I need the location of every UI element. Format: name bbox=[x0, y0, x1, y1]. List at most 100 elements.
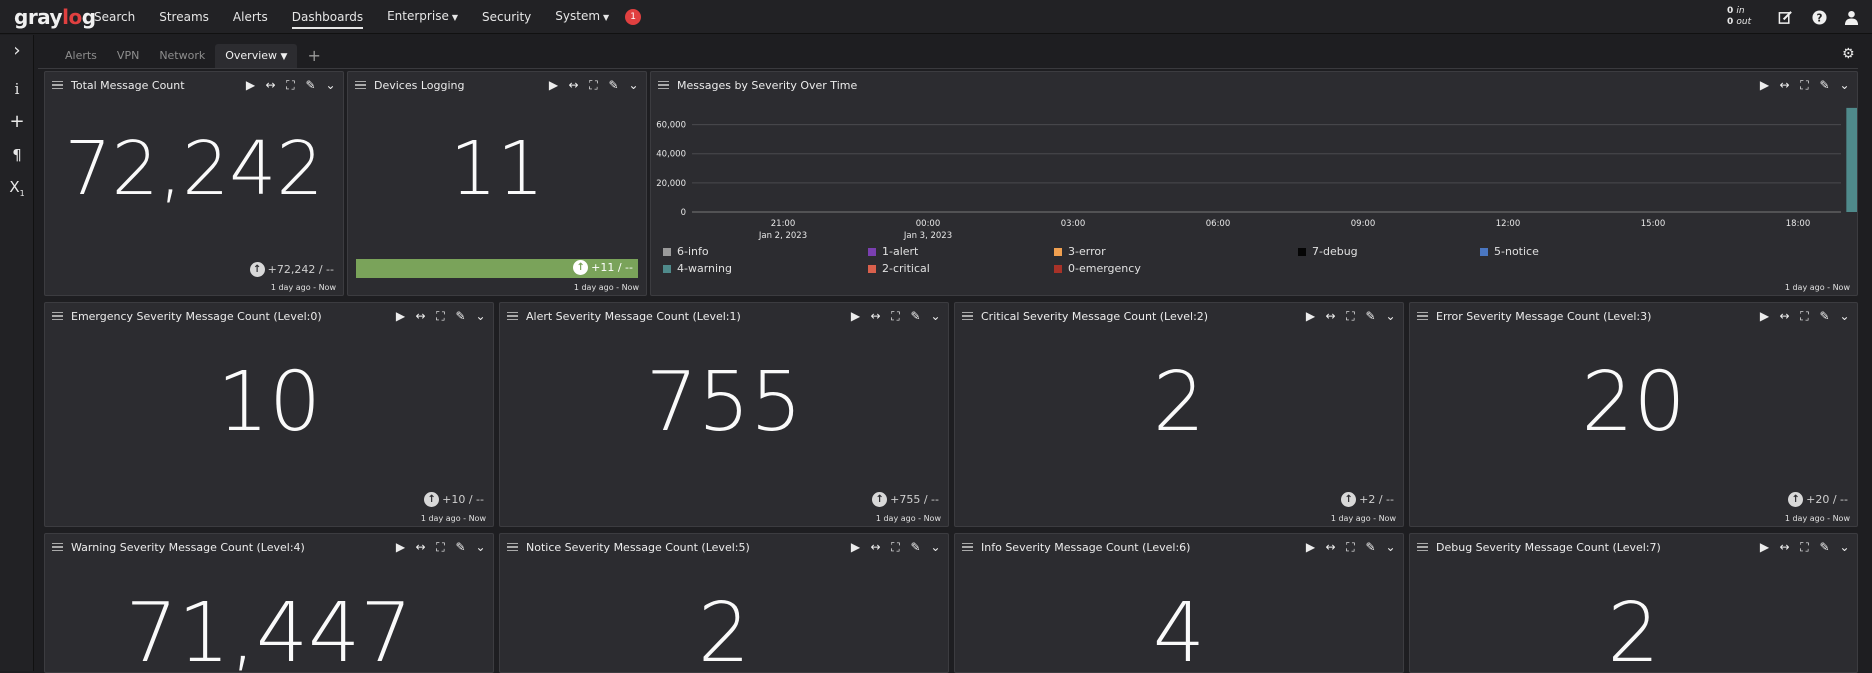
expand-horizontal-icon[interactable]: ↔ bbox=[869, 539, 882, 555]
nav-system[interactable]: System ▼ bbox=[543, 0, 621, 35]
widget-info-count: Info Severity Message Count (Level:6) ▶ ↔… bbox=[954, 533, 1404, 673]
chevron-down-icon[interactable]: ⌄ bbox=[929, 539, 942, 555]
expand-horizontal-icon[interactable]: ↔ bbox=[567, 77, 580, 93]
expand-horizontal-icon[interactable]: ↔ bbox=[1324, 539, 1337, 555]
drag-handle-icon[interactable] bbox=[52, 80, 63, 90]
replay-icon[interactable]: ▶ bbox=[547, 77, 560, 93]
legend-swatch bbox=[1054, 247, 1062, 256]
nav-dashboards[interactable]: Dashboards bbox=[280, 0, 375, 34]
replay-icon[interactable]: ▶ bbox=[394, 539, 407, 555]
add-tab-button[interactable]: + bbox=[297, 44, 330, 68]
drag-handle-icon[interactable] bbox=[1417, 311, 1428, 321]
replay-icon[interactable]: ▶ bbox=[1758, 308, 1771, 324]
legend-item[interactable]: 7-debug bbox=[1298, 245, 1358, 258]
replay-icon[interactable]: ▶ bbox=[849, 308, 862, 324]
fullscreen-icon[interactable]: ⛶ bbox=[1344, 539, 1357, 555]
notification-badge[interactable]: 1 bbox=[625, 8, 642, 25]
replay-icon[interactable]: ▶ bbox=[244, 77, 257, 93]
nav-security[interactable]: Security bbox=[470, 0, 543, 34]
replay-icon[interactable]: ▶ bbox=[394, 308, 407, 324]
expand-horizontal-icon[interactable]: ↔ bbox=[414, 308, 427, 324]
gear-icon[interactable]: ⚙ bbox=[1842, 46, 1855, 62]
trend-delta: ↑ +72,242 / -- bbox=[249, 262, 334, 277]
drag-handle-icon[interactable] bbox=[52, 542, 63, 552]
edit-icon[interactable] bbox=[1776, 8, 1794, 26]
legend-item[interactable]: 1-alert bbox=[868, 245, 918, 258]
chevron-down-icon[interactable]: ⌄ bbox=[1384, 539, 1397, 555]
tab-vpn[interactable]: VPN bbox=[107, 44, 149, 68]
fullscreen-icon[interactable]: ⛶ bbox=[434, 539, 447, 555]
expand-horizontal-icon[interactable]: ↔ bbox=[414, 539, 427, 555]
legend-item[interactable]: 0-emergency bbox=[1054, 262, 1141, 275]
help-icon[interactable]: ? bbox=[1810, 8, 1828, 26]
time-range-label: 1 day ago - Now bbox=[420, 514, 486, 523]
drag-handle-icon[interactable] bbox=[1417, 542, 1428, 552]
throughput-indicator[interactable]: 0 in 0 out bbox=[1727, 6, 1751, 28]
replay-icon[interactable]: ▶ bbox=[849, 539, 862, 555]
edit-icon[interactable]: ✎ bbox=[304, 77, 317, 93]
expand-horizontal-icon[interactable]: ↔ bbox=[1778, 539, 1791, 555]
legend-item[interactable]: 5-notice bbox=[1480, 245, 1539, 258]
tab-network[interactable]: Network bbox=[149, 44, 215, 68]
y-tick-label: 0 bbox=[681, 208, 686, 218]
legend-item[interactable]: 4-warning bbox=[663, 262, 732, 275]
user-icon[interactable] bbox=[1842, 8, 1860, 26]
fullscreen-icon[interactable]: ⛶ bbox=[889, 308, 902, 324]
drag-handle-icon[interactable] bbox=[962, 542, 973, 552]
fullscreen-icon[interactable]: ⛶ bbox=[284, 77, 297, 93]
chevron-down-icon[interactable]: ⌄ bbox=[627, 77, 640, 93]
edit-icon[interactable]: ✎ bbox=[909, 308, 922, 324]
drag-handle-icon[interactable] bbox=[52, 311, 63, 321]
tab-overview[interactable]: Overview ▼ bbox=[215, 44, 298, 68]
edit-icon[interactable]: ✎ bbox=[1364, 539, 1377, 555]
replay-icon[interactable]: ▶ bbox=[1758, 539, 1771, 555]
edit-icon[interactable]: ✎ bbox=[1364, 308, 1377, 324]
plus-icon[interactable]: + bbox=[0, 111, 34, 132]
nav-search[interactable]: Search bbox=[82, 0, 147, 34]
chevron-down-icon[interactable]: ⌄ bbox=[1384, 308, 1397, 324]
edit-icon[interactable]: ✎ bbox=[454, 308, 467, 324]
expand-horizontal-icon[interactable]: ↔ bbox=[869, 308, 882, 324]
paragraph-icon[interactable]: ¶ bbox=[0, 146, 34, 164]
edit-icon[interactable]: ✎ bbox=[607, 77, 620, 93]
fullscreen-icon[interactable]: ⛶ bbox=[1344, 308, 1357, 324]
edit-icon[interactable]: ✎ bbox=[454, 539, 467, 555]
severity-chart[interactable]: 60,000 40,000 20,000 0 21:00 Jan 2, 2023 00:00… bbox=[651, 72, 1858, 296]
edit-icon[interactable]: ✎ bbox=[909, 539, 922, 555]
bar-4-warning[interactable] bbox=[1846, 107, 1858, 212]
chevron-down-icon[interactable]: ⌄ bbox=[929, 308, 942, 324]
nav-alerts[interactable]: Alerts bbox=[221, 0, 280, 34]
drag-handle-icon[interactable] bbox=[355, 80, 366, 90]
nav-enterprise[interactable]: Enterprise ▼ bbox=[375, 0, 470, 35]
chevron-down-icon[interactable]: ⌄ bbox=[1838, 308, 1851, 324]
legend-item[interactable]: 3-error bbox=[1054, 245, 1106, 258]
legend-item[interactable]: 2-critical bbox=[868, 262, 930, 275]
fullscreen-icon[interactable]: ⛶ bbox=[1798, 308, 1811, 324]
drag-handle-icon[interactable] bbox=[507, 542, 518, 552]
fullscreen-icon[interactable]: ⛶ bbox=[434, 308, 447, 324]
chevron-right-icon[interactable]: › bbox=[0, 40, 34, 61]
expand-horizontal-icon[interactable]: ↔ bbox=[1324, 308, 1337, 324]
fullscreen-icon[interactable]: ⛶ bbox=[587, 77, 600, 93]
chevron-down-icon[interactable]: ⌄ bbox=[474, 539, 487, 555]
replay-icon[interactable]: ▶ bbox=[1304, 308, 1317, 324]
chevron-down-icon[interactable]: ⌄ bbox=[324, 77, 337, 93]
info-icon[interactable]: i bbox=[0, 80, 34, 98]
fullscreen-icon[interactable]: ⛶ bbox=[1798, 539, 1811, 555]
chevron-down-icon[interactable]: ⌄ bbox=[1838, 539, 1851, 555]
drag-handle-icon[interactable] bbox=[507, 311, 518, 321]
expand-horizontal-icon[interactable]: ↔ bbox=[264, 77, 277, 93]
edit-icon[interactable]: ✎ bbox=[1818, 308, 1831, 324]
replay-icon[interactable]: ▶ bbox=[1304, 539, 1317, 555]
subscript-icon[interactable]: X1 bbox=[0, 178, 34, 198]
fullscreen-icon[interactable]: ⛶ bbox=[889, 539, 902, 555]
widget-actions: ▶ ↔ ⛶ ✎ ⌄ bbox=[1304, 539, 1397, 555]
drag-handle-icon[interactable] bbox=[962, 311, 973, 321]
edit-icon[interactable]: ✎ bbox=[1818, 539, 1831, 555]
legend-item[interactable]: 6-info bbox=[663, 245, 709, 258]
nav-streams[interactable]: Streams bbox=[147, 0, 221, 34]
expand-horizontal-icon[interactable]: ↔ bbox=[1778, 308, 1791, 324]
chevron-down-icon[interactable]: ⌄ bbox=[474, 308, 487, 324]
tab-alerts[interactable]: Alerts bbox=[55, 44, 107, 68]
graylog-logo[interactable]: graylog bbox=[14, 5, 96, 29]
